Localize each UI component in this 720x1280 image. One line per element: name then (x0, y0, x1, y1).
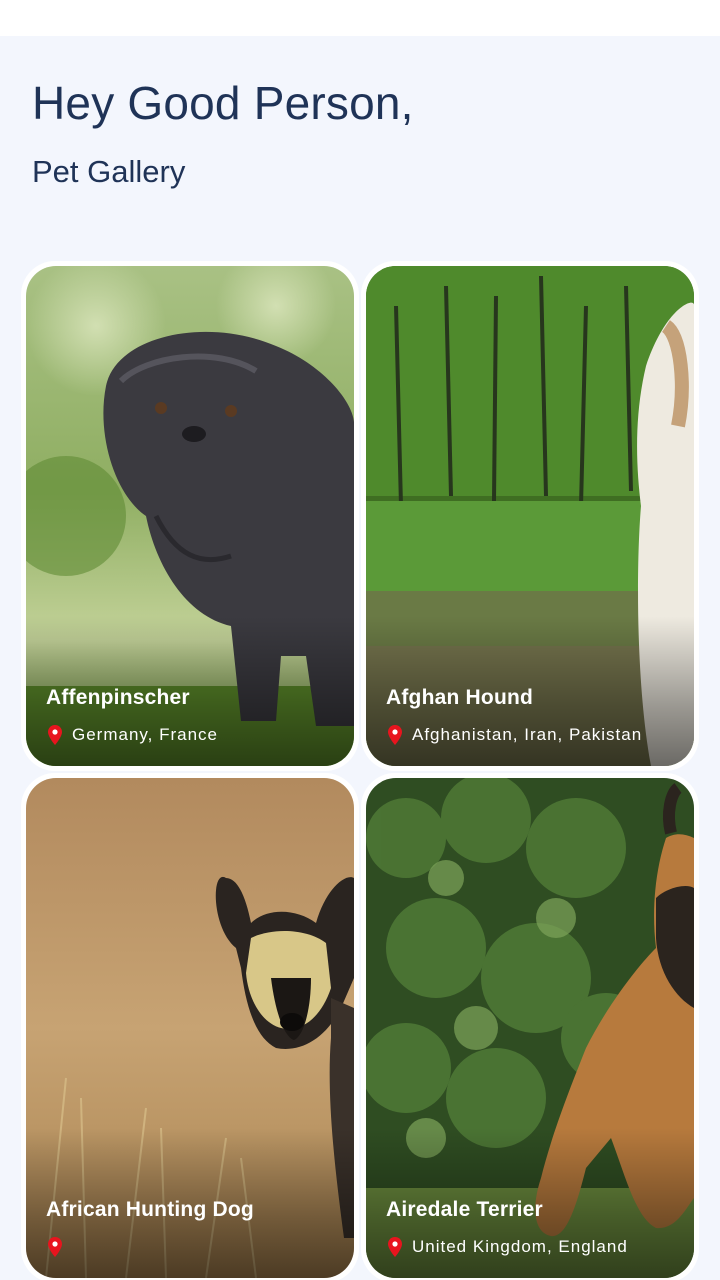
map-pin-icon (388, 1237, 402, 1257)
pet-card-body: African Hunting Dog (26, 778, 354, 1278)
pet-name: African Hunting Dog (46, 1198, 254, 1221)
pet-name: Affenpinscher (46, 686, 190, 709)
pet-origin-row: Germany, France (48, 724, 218, 746)
pet-card-body: Afghan Hound Afghanistan, Iran, Pakistan (366, 266, 694, 766)
pet-gallery-screen: Hey Good Person, Pet Gallery Affenpinsch… (0, 36, 720, 1280)
pet-card-airedale-terrier[interactable]: Airedale Terrier United Kingdom, England (361, 773, 699, 1280)
pet-origin: United Kingdom, England (412, 1237, 628, 1256)
pet-origin: Afghanistan, Iran, Pakistan (412, 725, 643, 744)
pet-card-affenpinscher[interactable]: Affenpinscher Germany, France (21, 261, 359, 771)
gallery-subtitle: Pet Gallery (32, 154, 186, 189)
pet-origin-row: Afghanistan, Iran, Pakistan (388, 724, 642, 746)
pet-card-body: Airedale Terrier United Kingdom, England (366, 778, 694, 1278)
pet-name: Airedale Terrier (386, 1198, 543, 1221)
status-bar (0, 0, 720, 36)
pet-origin: Germany, France (72, 725, 219, 744)
map-pin-icon (388, 725, 402, 745)
pet-card-afghan-hound[interactable]: Afghan Hound Afghanistan, Iran, Pakistan (361, 261, 699, 771)
greeting-heading: Hey Good Person, (32, 77, 414, 129)
pet-origin-row: United Kingdom, England (388, 1236, 628, 1258)
pet-origin-row (48, 1236, 72, 1258)
pet-card-body: Affenpinscher Germany, France (26, 266, 354, 766)
pet-name: Afghan Hound (386, 686, 534, 709)
pet-card-african-hunting-dog[interactable]: African Hunting Dog (21, 773, 359, 1280)
map-pin-icon (48, 725, 62, 745)
map-pin-icon (48, 1237, 62, 1257)
